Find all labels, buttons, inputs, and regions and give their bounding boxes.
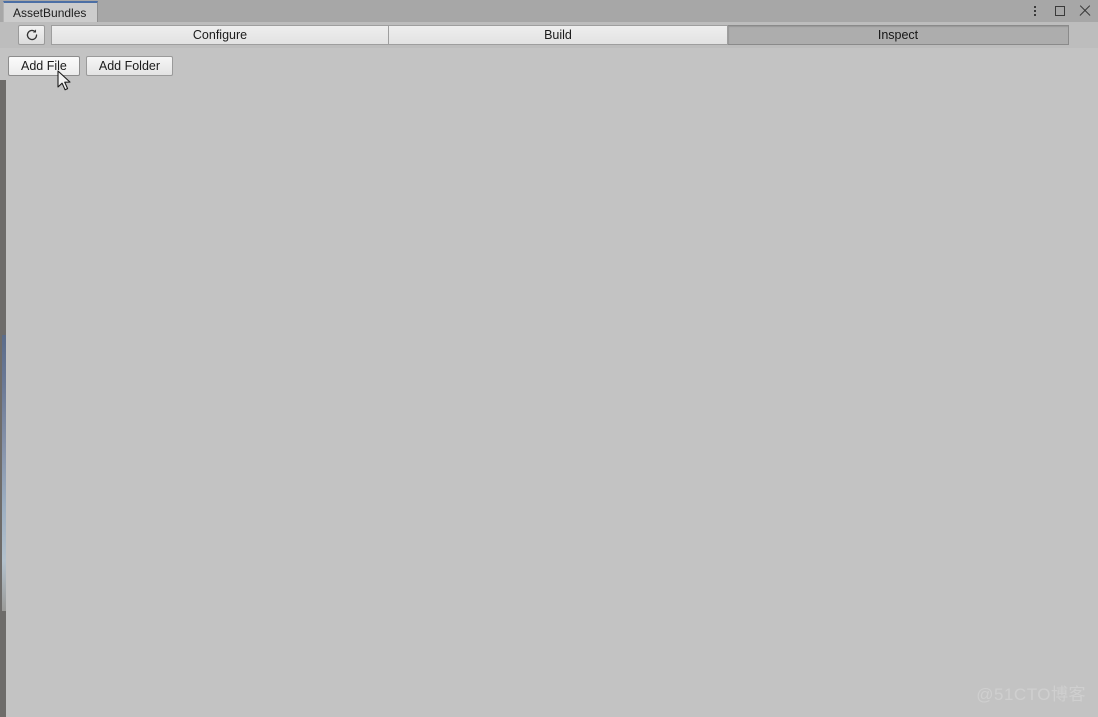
window-controls <box>1028 0 1092 22</box>
maximize-button[interactable] <box>1053 3 1067 19</box>
window-tab-label: AssetBundles <box>13 5 87 20</box>
action-bar: Add File Add Folder <box>0 56 174 76</box>
left-edge-strip <box>2 335 6 611</box>
toolbar: Configure Build Inspect <box>0 22 1098 48</box>
tab-configure-label: Configure <box>192 28 248 42</box>
close-button[interactable] <box>1078 3 1092 19</box>
refresh-icon <box>26 29 37 41</box>
close-icon <box>1079 5 1091 17</box>
add-file-button[interactable]: Add File <box>8 56 80 76</box>
maximize-icon <box>1055 6 1065 16</box>
window-tab-assetbundles[interactable]: AssetBundles <box>3 1 98 22</box>
title-bar: AssetBundles <box>0 0 1098 22</box>
refresh-button[interactable] <box>18 25 45 45</box>
add-file-label: Add File <box>21 59 67 73</box>
tab-inspect[interactable]: Inspect <box>728 25 1069 45</box>
add-folder-label: Add Folder <box>98 59 161 73</box>
tab-build[interactable]: Build <box>389 25 728 45</box>
add-folder-button[interactable]: Add Folder <box>85 56 174 76</box>
assetbundles-window: AssetBundles Configure Build Inspect Add… <box>0 0 1098 717</box>
mode-tabs: Configure Build Inspect <box>51 25 1069 45</box>
overflow-menu-button[interactable] <box>1028 3 1042 19</box>
tab-configure[interactable]: Configure <box>51 25 389 45</box>
kebab-menu-icon <box>1034 4 1036 18</box>
bundle-list-area[interactable] <box>0 80 1098 717</box>
watermark: @51CTO博客 <box>976 685 1086 704</box>
tab-inspect-label: Inspect <box>877 28 919 42</box>
tab-build-label: Build <box>544 28 572 42</box>
